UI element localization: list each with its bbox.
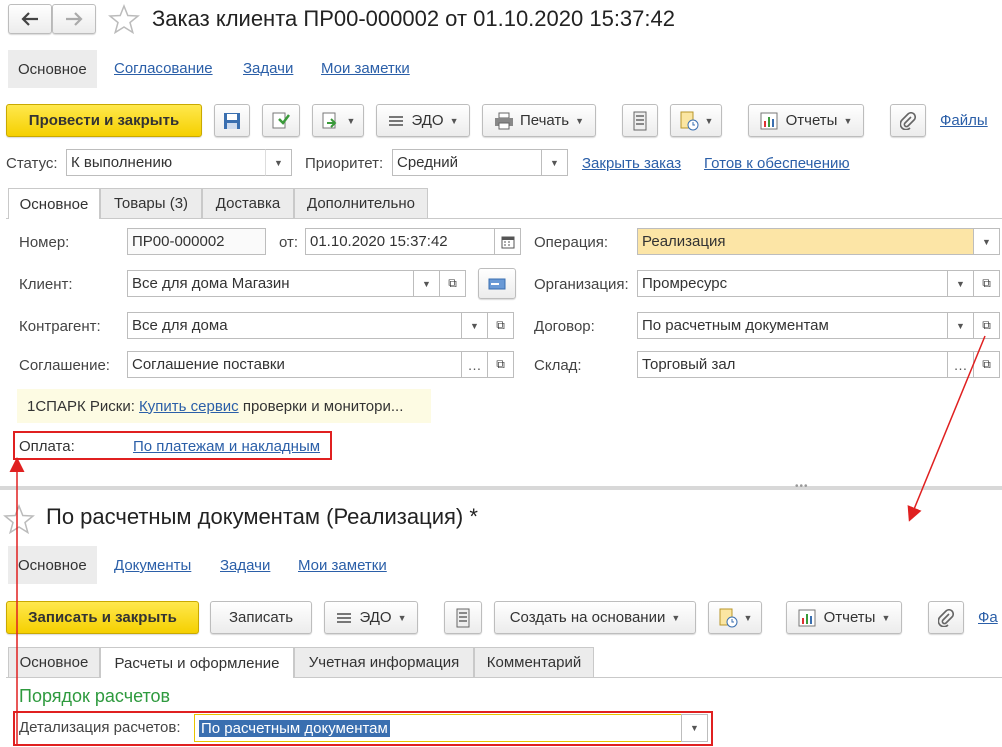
annotation-arrows	[9, 335, 986, 744]
arrow-down	[907, 335, 986, 522]
